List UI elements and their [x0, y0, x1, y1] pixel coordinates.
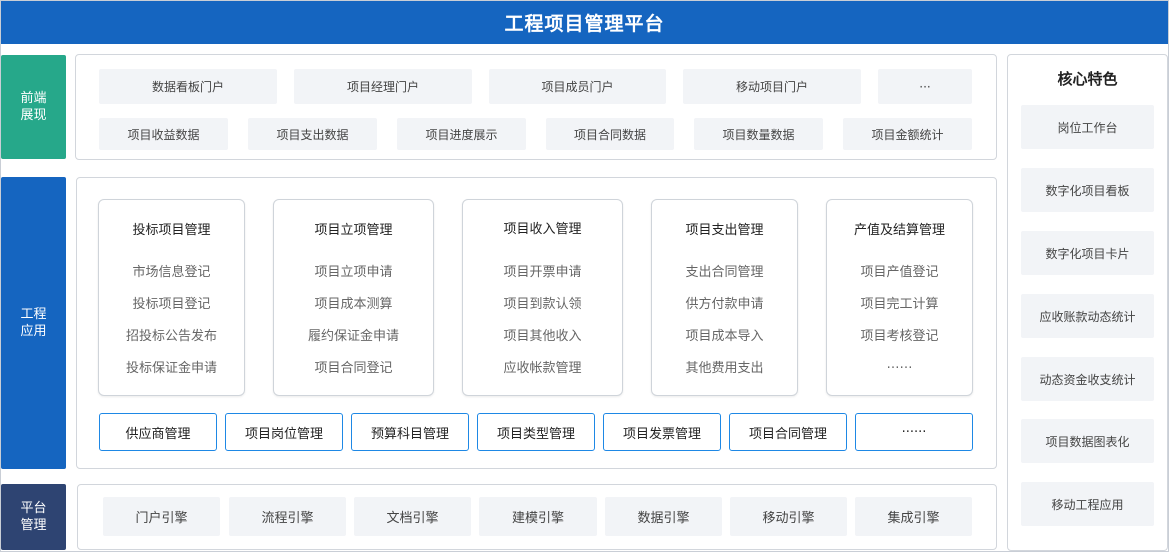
core-feature-chip: 数字化项目卡片: [1021, 231, 1154, 275]
module-item: 投标项目登记: [132, 297, 211, 312]
module-card-initiation: 项目立项管理 项目立项申请 项目成本测算 履约保证金申请 项目合同登记: [273, 199, 434, 396]
module-item: 项目到款认领: [503, 297, 582, 312]
engine-chip: 流程引擎: [229, 497, 346, 536]
module-item: 项目完工计算: [860, 297, 939, 312]
section-label-app: 工程应用: [1, 177, 66, 469]
core-feature-chip: 移动工程应用: [1021, 482, 1154, 526]
module-card-settlement: 产值及结算管理 项目产值登记 项目完工计算 项目考核登记 ……: [826, 199, 973, 396]
app-module-button: 项目发票管理: [603, 413, 721, 451]
front-data-chip: 项目数量数据: [694, 118, 823, 150]
module-title: 产值及结算管理: [853, 223, 945, 238]
front-portal-chip: 项目经理门户: [294, 69, 472, 104]
module-item: 项目产值登记: [860, 265, 939, 280]
core-feature-chip: 项目数据图表化: [1021, 419, 1154, 463]
engine-chip: 数据引擎: [605, 497, 722, 536]
engine-chip: 建模引擎: [479, 497, 597, 536]
engine-chip: 门户引擎: [103, 497, 220, 536]
app-module-button: 项目类型管理: [477, 413, 595, 451]
front-portal-more: ···: [878, 69, 972, 104]
module-title: 项目支出管理: [685, 223, 764, 238]
module-item: 支出合同管理: [685, 265, 764, 280]
front-portal-chip: 移动项目门户: [683, 69, 861, 104]
core-feature-chip: 数字化项目看板: [1021, 168, 1154, 212]
module-title: 项目立项管理: [314, 223, 393, 238]
app-module-button: 项目岗位管理: [225, 413, 343, 451]
module-card-bidding: 投标项目管理 市场信息登记 投标项目登记 招投标公告发布 投标保证金申请: [98, 199, 245, 396]
section-label-platform-text: 平台管理: [20, 501, 47, 533]
module-item: 投标保证金申请: [125, 361, 217, 376]
module-item: 招投标公告发布: [125, 329, 217, 344]
front-data-chip: 项目收益数据: [99, 118, 228, 150]
front-data-chip: 项目合同数据: [546, 118, 674, 150]
module-item: 项目成本测算: [314, 297, 393, 312]
module-item: 市场信息登记: [132, 265, 211, 280]
module-title: 投标项目管理: [132, 223, 211, 238]
module-item: 项目立项申请: [314, 265, 393, 280]
module-item: 供方付款申请: [685, 297, 764, 312]
module-item: 项目考核登记: [860, 329, 939, 344]
app-module-button: 预算科目管理: [351, 413, 469, 451]
app-module-more: ······: [855, 413, 973, 451]
module-item: 应收帐款管理: [503, 361, 582, 376]
page-title: 工程项目管理平台: [1, 1, 1168, 44]
app-module-button: 供应商管理: [99, 413, 217, 451]
front-data-chip: 项目支出数据: [248, 118, 377, 150]
core-feature-chip: 岗位工作台: [1021, 105, 1154, 149]
module-item: 项目开票申请: [503, 265, 582, 280]
module-item: 项目其他收入: [503, 329, 582, 344]
module-card-expense: 项目支出管理 支出合同管理 供方付款申请 项目成本导入 其他费用支出: [651, 199, 798, 396]
module-item: 项目成本导入: [685, 329, 764, 344]
core-feature-chip: 应收账款动态统计: [1021, 294, 1154, 338]
module-title: 项目收入管理: [503, 222, 582, 237]
front-portal-chip: 项目成员门户: [489, 69, 666, 104]
engine-chip: 集成引擎: [855, 497, 972, 536]
engine-chip: 移动引擎: [730, 497, 847, 536]
section-label-front: 前端展现: [1, 55, 66, 159]
module-item: 项目合同登记: [314, 361, 393, 376]
module-item: 其他费用支出: [685, 361, 764, 376]
front-portal-chip: 数据看板门户: [99, 69, 277, 104]
section-label-front-text: 前端展现: [20, 91, 47, 123]
module-item: 履约保证金申请: [307, 329, 399, 344]
section-label-app-text: 工程应用: [20, 307, 47, 339]
front-data-chip: 项目金额统计: [843, 118, 972, 150]
core-features-title: 核心特色: [1057, 70, 1118, 88]
core-feature-chip: 动态资金收支统计: [1021, 357, 1154, 401]
app-module-button: 项目合同管理: [729, 413, 847, 451]
engine-chip: 文档引擎: [354, 497, 471, 536]
front-data-chip: 项目进度展示: [397, 118, 526, 150]
module-card-income: 项目收入管理 项目开票申请 项目到款认领 项目其他收入 应收帐款管理: [462, 199, 623, 396]
section-label-platform: 平台管理: [1, 484, 66, 550]
module-item: ……: [886, 357, 913, 372]
